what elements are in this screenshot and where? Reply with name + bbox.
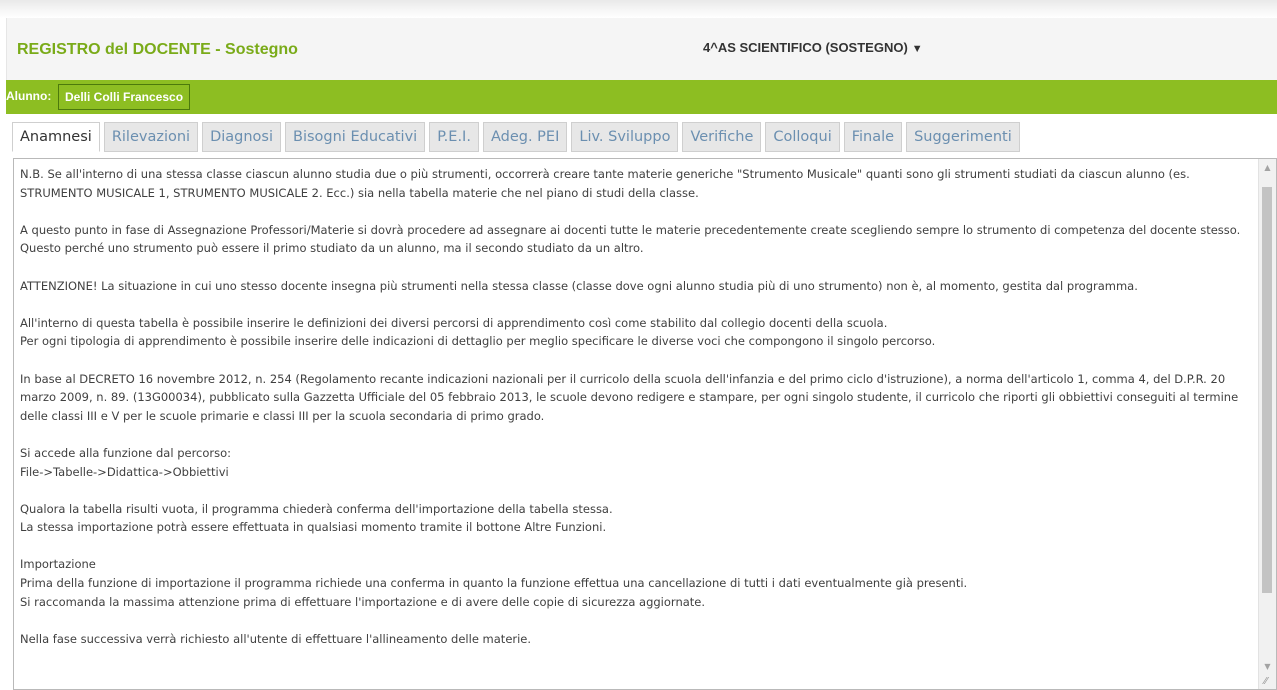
scroll-thumb[interactable] xyxy=(1262,187,1272,593)
paragraph-importazione: Importazione Prima della funzione di imp… xyxy=(20,557,968,609)
tab-finale[interactable]: Finale xyxy=(843,122,903,152)
tab-suggerimenti[interactable]: Suggerimenti xyxy=(906,122,1020,152)
tab-pei[interactable]: P.E.I. xyxy=(429,122,479,152)
app-window: REGISTRO del DOCENTE - Sostegno 4^AS SCI… xyxy=(0,0,1277,690)
anamnesi-textarea[interactable]: N.B. Se all'interno di una stessa classe… xyxy=(13,158,1277,690)
tab-verifiche[interactable]: Verifiche xyxy=(682,122,762,152)
paragraph-attenzione: ATTENZIONE! La situazione in cui uno ste… xyxy=(20,278,1138,293)
class-selector-label: 4^AS SCIENTIFICO (SOSTEGNO) xyxy=(703,40,908,55)
paragraph-decreto: In base al DECRETO 16 novembre 2012, n. … xyxy=(20,371,1239,423)
class-selector-dropdown[interactable]: 4^AS SCIENTIFICO (SOSTEGNO) ▼ xyxy=(703,40,923,55)
student-label: Alunno: xyxy=(6,89,52,103)
paragraph-tabella: All'interno di questa tabella è possibil… xyxy=(20,315,936,349)
tab-diagnosi[interactable]: Diagnosi xyxy=(202,122,282,152)
anamnesi-text[interactable]: N.B. Se all'interno di una stessa classe… xyxy=(20,165,1252,648)
student-name-selector[interactable]: Delli Colli Francesco xyxy=(58,84,191,110)
tab-rilevazioni[interactable]: Rilevazioni xyxy=(103,122,199,152)
tab-bisogni-educativi[interactable]: Bisogni Educativi xyxy=(285,122,426,152)
paragraph-allineamento: Nella fase successiva verrà richiesto al… xyxy=(20,631,532,646)
paragraph-nb: N.B. Se all'interno di una stessa classe… xyxy=(20,167,1190,200)
paragraph-tabella-vuota: Qualora la tabella risulti vuota, il pro… xyxy=(20,501,613,535)
app-title: REGISTRO del DOCENTE - Sostegno xyxy=(17,41,298,58)
student-bar: Alunno: Delli Colli Francesco xyxy=(6,80,1277,114)
header-bar: REGISTRO del DOCENTE - Sostegno 4^AS SCI… xyxy=(6,18,1277,80)
resize-grip-icon[interactable]: ⁄⁄ xyxy=(1264,677,1274,687)
tab-colloqui[interactable]: Colloqui xyxy=(765,122,840,152)
vertical-scrollbar[interactable]: ▲ ▼ xyxy=(1258,159,1276,689)
scroll-down-icon[interactable]: ▼ xyxy=(1259,658,1276,675)
top-shadow xyxy=(0,0,1277,18)
scroll-up-icon[interactable]: ▲ xyxy=(1259,159,1276,176)
tab-bar: Anamnesi Rilevazioni Diagnosi Bisogni Ed… xyxy=(12,122,1020,152)
chevron-down-icon[interactable]: ▼ xyxy=(912,43,923,55)
tab-liv-sviluppo[interactable]: Liv. Sviluppo xyxy=(571,122,679,152)
tab-anamnesi[interactable]: Anamnesi xyxy=(12,122,100,152)
paragraph-assegnazione: A questo punto in fase di Assegnazione P… xyxy=(20,222,1241,256)
tab-adeg-pei[interactable]: Adeg. PEI xyxy=(482,122,568,152)
paragraph-percorso: Si accede alla funzione dal percorso: Fi… xyxy=(20,445,232,479)
